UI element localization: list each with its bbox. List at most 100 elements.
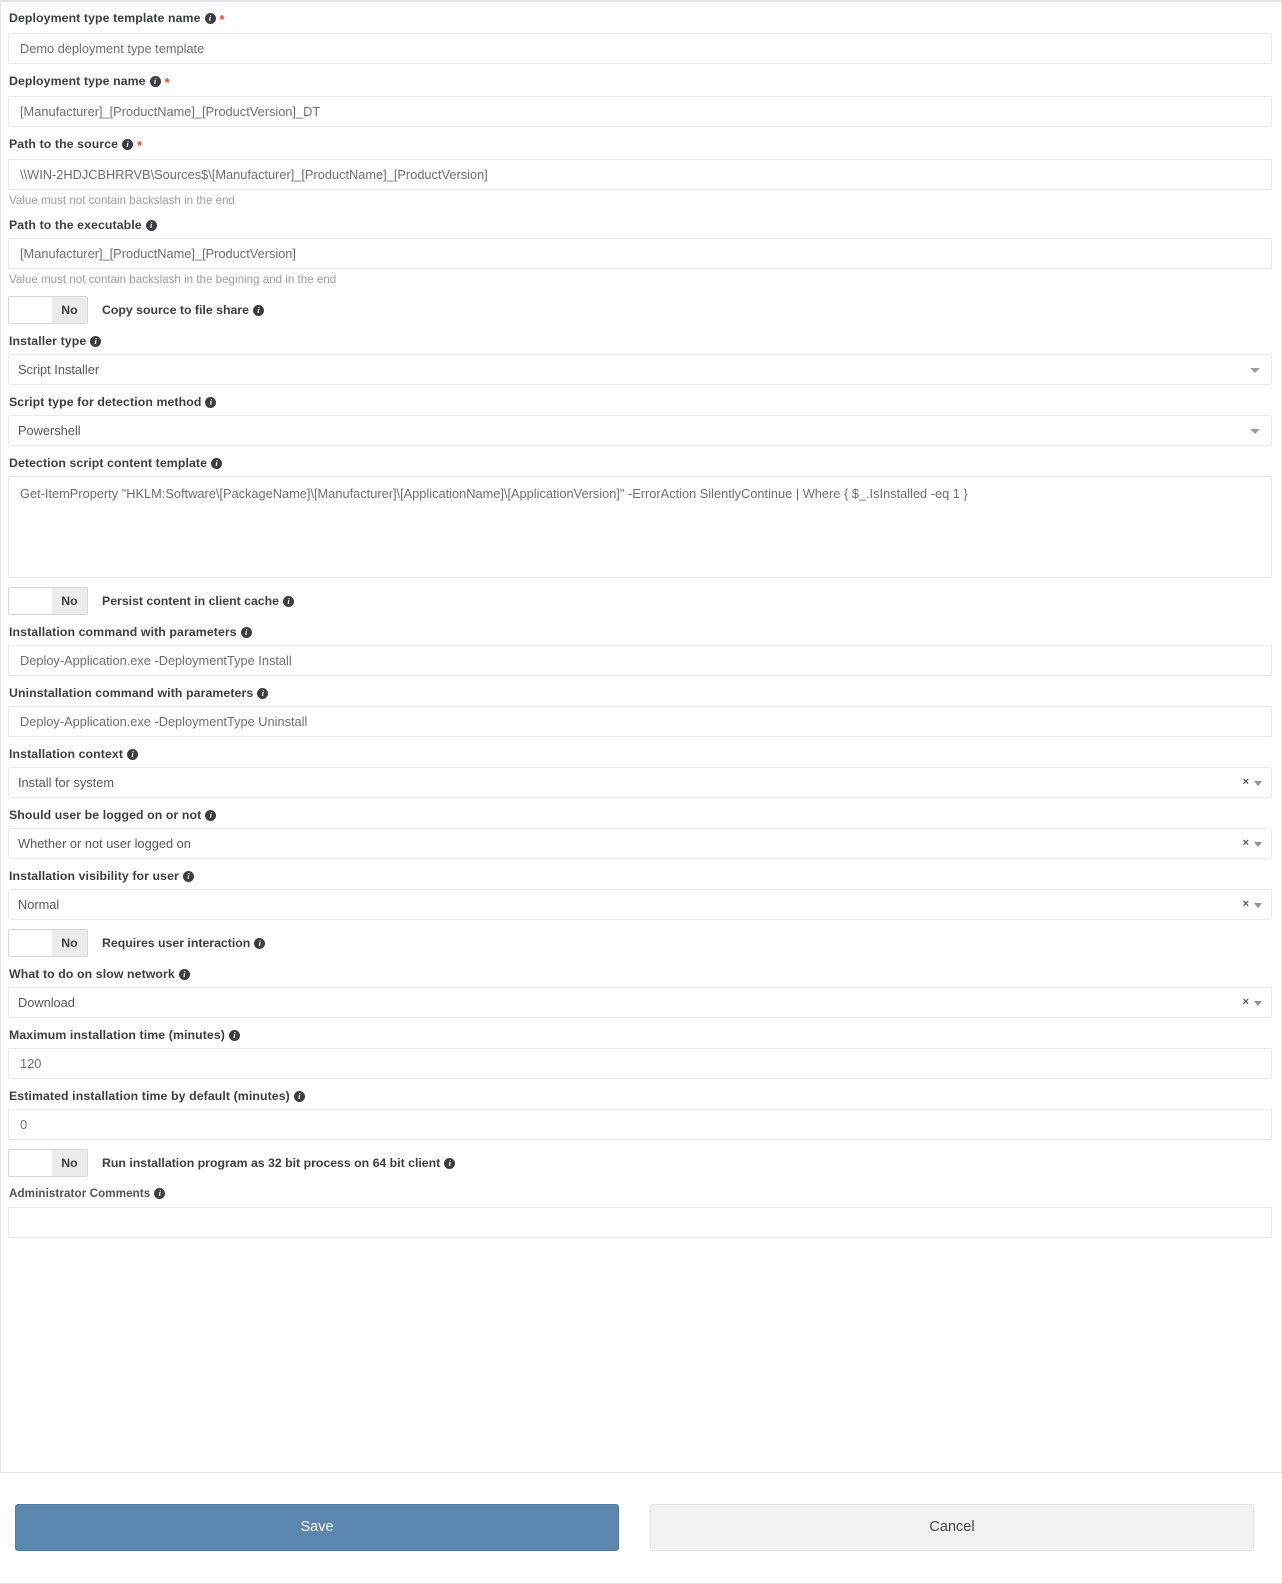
field-what-to-do-on-slow-network: What to do on slow network i Download × (8, 966, 1272, 1018)
toggle-label-run-installation-program-as-32-bit-process: Run installation program as 32 bit proce… (102, 1155, 456, 1171)
info-icon[interactable]: i (182, 871, 194, 882)
clear-selection-icon[interactable]: × (1243, 890, 1249, 919)
select-installation-context[interactable]: Install for system × (8, 767, 1272, 798)
clear-selection-icon[interactable]: × (1243, 829, 1249, 858)
input-maximum-installation-time[interactable]: 120 (8, 1048, 1272, 1079)
field-installation-visibility-for-user: Installation visibility for user i Normal × (8, 868, 1272, 920)
toggle-label-persist-content-in-client-cache: Persist content in client cache i (102, 593, 294, 609)
field-detection-script-content-template: Detection script content template i Get-It… (8, 455, 1272, 578)
info-icon[interactable]: i (90, 336, 102, 347)
chevron-down-icon[interactable] (1250, 368, 1260, 373)
input-deployment-type-name[interactable]: [Manufacturer]_[ProductName]_[ProductVer… (8, 96, 1272, 127)
info-icon[interactable]: i (293, 1091, 305, 1102)
clear-selection-icon[interactable]: × (1243, 988, 1249, 1017)
label-text: Installer type (9, 334, 87, 348)
toggle-run-installation-program-as-32-bit-process[interactable]: No (8, 1149, 88, 1177)
select-should-user-be-logged-on-or-not[interactable]: Whether or not user logged on × (8, 828, 1272, 859)
select-installer-type[interactable]: Script Installer (8, 354, 1272, 385)
select-value: Whether or not user logged on (18, 836, 191, 851)
toggle-knob[interactable] (9, 930, 53, 956)
info-icon[interactable]: i (205, 810, 217, 821)
field-path-to-the-source: Path to the source i * \\WIN-2HDJCBHRRVB\So… (8, 136, 1272, 208)
info-icon[interactable]: i (252, 305, 264, 316)
select-script-type-for-detection-method[interactable]: Powershell (8, 415, 1272, 446)
field-script-type-for-detection-method: Script type for detection method i Powersh… (8, 394, 1272, 446)
input-path-to-the-source[interactable]: \\WIN-2HDJCBHRRVB\Sources$\[Manufacturer… (8, 159, 1272, 190)
toggle-state-label: No (52, 930, 87, 956)
label-text: Installation visibility for user (9, 869, 179, 883)
field-label-what-to-do-on-slow-network: What to do on slow network i (9, 966, 1272, 982)
field-installation-command-with-parameters: Installation command with parameters i Dep… (8, 624, 1272, 676)
hint-path-to-the-source: Value must not contain backslash in the … (9, 194, 236, 207)
field-label-installation-command-with-parameters: Installation command with parameters i (9, 624, 1272, 640)
input-uninstallation-command-with-parameters[interactable]: Deploy-Application.exe -DeploymentType U… (8, 706, 1272, 737)
field-deployment-type-name: Deployment type name i * [Manufacturer]_[Pr… (8, 73, 1272, 127)
info-icon[interactable]: i (240, 627, 252, 638)
input-deployment-type-template-name[interactable]: Demo deployment type template (8, 33, 1272, 64)
info-icon[interactable]: i (154, 1188, 166, 1199)
info-icon[interactable]: i (444, 1158, 456, 1169)
deployment-type-template-form-page: Deployment type template name i * Demo depl… (0, 0, 1282, 1584)
form-card: Deployment type template name i * Demo depl… (0, 0, 1282, 1473)
input-estimated-installation-time-by-default[interactable]: 0 (8, 1109, 1272, 1140)
cancel-button[interactable]: Cancel (650, 1504, 1254, 1551)
field-label-should-user-be-logged-on-or-not: Should user be logged on or not i (9, 807, 1272, 823)
toggle-state-label: No (52, 588, 87, 614)
label-text: Detection script content template (9, 456, 208, 470)
chevron-down-icon[interactable] (1254, 842, 1262, 847)
toggle-persist-content-in-client-cache[interactable]: No (8, 587, 88, 615)
toggle-row-run-installation-program-as-32-bit-process: No Run installation program as 32 bit pro… (8, 1149, 1272, 1177)
toggle-copy-source-to-file-share[interactable]: No (8, 296, 88, 324)
toggle-requires-user-interaction[interactable]: No (8, 929, 88, 957)
select-installation-visibility-for-user[interactable]: Normal × (8, 889, 1272, 920)
clear-selection-icon[interactable]: × (1243, 768, 1249, 797)
field-installation-context: Installation context i Install for system × (8, 746, 1272, 798)
chevron-down-icon[interactable] (1254, 781, 1262, 786)
field-label-estimated-installation-time-by-default: Estimated installation time by default (… (9, 1088, 1272, 1104)
info-icon[interactable]: i (283, 596, 294, 607)
toggle-row-copy-source-to-file-share: No Copy source to file share i (8, 296, 1272, 324)
field-label-uninstallation-command-with-parameters: Uninstallation command with parameters i (9, 685, 1272, 701)
label-text: Script type for detection method (9, 395, 202, 409)
input-path-to-the-executable[interactable]: [Manufacturer]_[ProductName]_[ProductVer… (8, 238, 1272, 269)
toggle-knob[interactable] (9, 297, 53, 323)
chevron-down-icon[interactable] (1250, 429, 1260, 434)
chevron-down-icon[interactable] (1254, 1001, 1262, 1006)
select-value: Download (18, 995, 75, 1010)
chevron-down-icon[interactable] (1254, 903, 1262, 908)
info-icon[interactable]: i (127, 749, 139, 760)
info-icon[interactable]: i (145, 220, 157, 231)
input-administrator-comments[interactable] (8, 1207, 1272, 1238)
select-what-to-do-on-slow-network[interactable]: Download × (8, 987, 1272, 1018)
field-label-installer-type: Installer type i (9, 333, 1272, 349)
textarea-detection-script-content-template[interactable]: Get-ItemProperty "HKLM:Software\[Package… (8, 476, 1272, 578)
toggle-knob[interactable] (9, 1150, 53, 1176)
label-text: Path to the source (9, 137, 119, 151)
toggle-knob[interactable] (9, 588, 53, 614)
info-icon[interactable]: i (211, 458, 223, 469)
input-installation-command-with-parameters[interactable]: Deploy-Application.exe -DeploymentType I… (8, 645, 1272, 676)
info-icon[interactable]: i (229, 1030, 240, 1041)
save-button[interactable]: Save (15, 1504, 619, 1551)
label-text: Uninstallation command with parameters (9, 686, 254, 700)
select-value: Normal (18, 897, 60, 912)
field-administrator-comments: Administrator Comments i (8, 1186, 1272, 1238)
info-icon[interactable]: i (178, 969, 190, 980)
info-icon[interactable]: i (257, 688, 269, 699)
select-value: Script Installer (18, 362, 100, 377)
label-text: Run installation program as 32 bit proce… (102, 1156, 441, 1170)
label-text: Deployment type template name (9, 11, 201, 25)
label-text: Maximum installation time (minutes) (9, 1028, 225, 1042)
toggle-row-persist-content-in-client-cache: No Persist content in client cache i (8, 587, 1272, 615)
info-icon[interactable]: i (205, 397, 217, 408)
field-estimated-installation-time-by-default: Estimated installation time by default (… (8, 1088, 1272, 1140)
info-icon[interactable]: i (122, 139, 134, 150)
form-footer: Save Cancel (0, 1495, 1282, 1584)
label-text: Installation command with parameters (9, 625, 237, 639)
info-icon[interactable]: i (149, 76, 161, 87)
required-asterisk: * (219, 12, 225, 27)
info-icon[interactable]: i (254, 938, 266, 949)
info-icon[interactable]: i (204, 13, 216, 24)
field-deployment-type-template-name: Deployment type template name i * Demo depl… (8, 10, 1272, 64)
field-label-script-type-for-detection-method: Script type for detection method i (9, 394, 1272, 410)
